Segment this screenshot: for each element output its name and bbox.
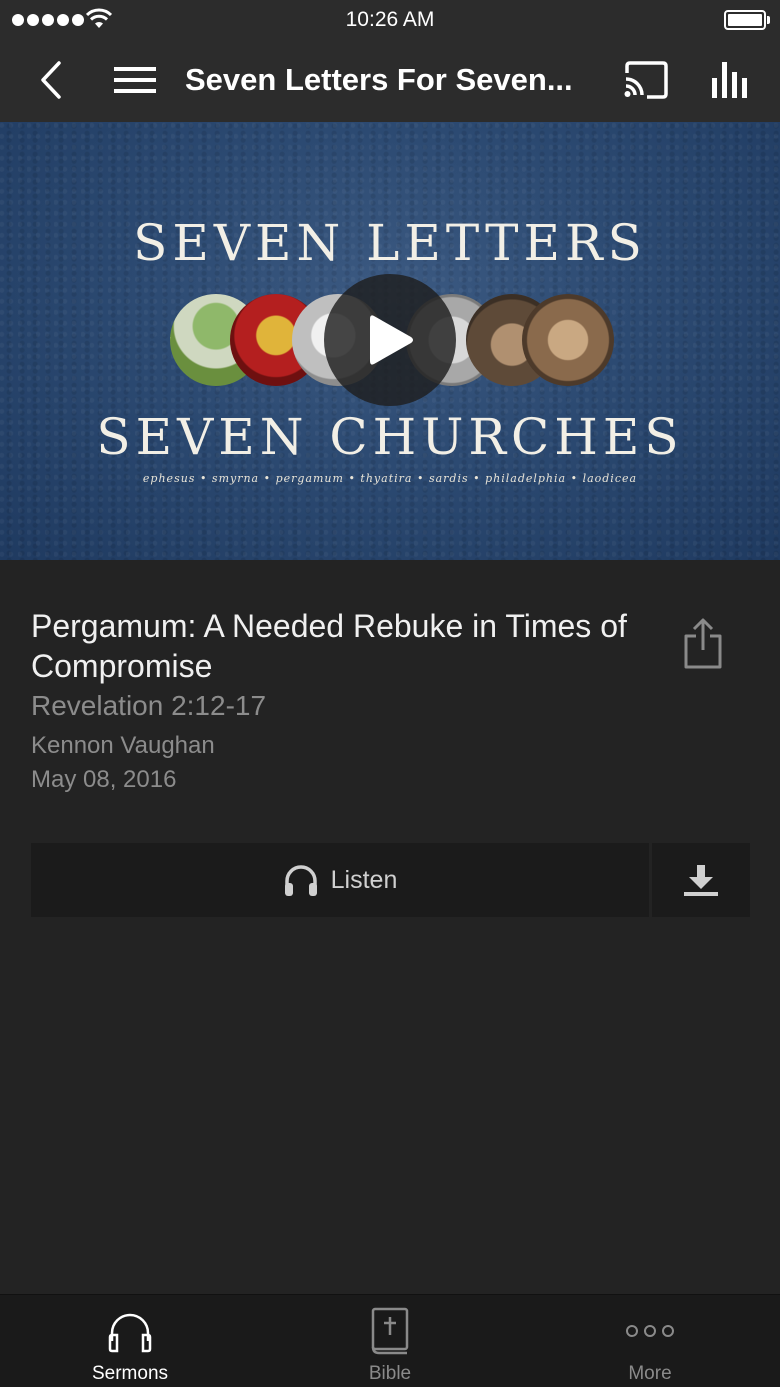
play-button[interactable]	[324, 274, 456, 406]
bible-icon	[371, 1307, 409, 1355]
battery-icon	[724, 10, 770, 30]
artwork-title-line2: SEVEN CHURCHES	[96, 408, 684, 466]
headphones-icon	[284, 865, 317, 896]
listen-label: Listen	[330, 865, 398, 894]
artwork-title-line1: SEVEN LETTERS	[133, 214, 647, 272]
sermon-date: May 08, 2016	[31, 766, 177, 793]
bread-image	[522, 294, 614, 386]
cast-button[interactable]	[620, 56, 672, 104]
tab-sermons-label: Sermons	[91, 1363, 169, 1384]
download-icon	[684, 865, 718, 896]
share-icon	[684, 618, 722, 669]
menu-icon	[114, 67, 156, 93]
cast-icon	[624, 61, 668, 99]
download-button[interactable]	[652, 843, 750, 917]
navigation-bar: Seven Letters For Seven...	[0, 40, 780, 122]
status-bar: 10:26 AM	[0, 0, 780, 40]
sermon-title: Pergamum: A Needed Rebuke in Times of Co…	[31, 608, 627, 684]
stats-bars-icon	[712, 62, 747, 98]
tab-more[interactable]: More	[520, 1295, 780, 1387]
tab-bible[interactable]: Bible	[260, 1295, 520, 1387]
status-time: 10:26 AM	[345, 8, 435, 31]
menu-button[interactable]	[110, 58, 160, 102]
sermon-artwork[interactable]: SEVEN LETTERS SEVEN CHURCHES ephesus • s…	[0, 122, 780, 560]
tab-sermons[interactable]: Sermons	[0, 1295, 260, 1387]
play-icon	[370, 315, 413, 365]
back-button[interactable]	[28, 58, 72, 102]
listen-button[interactable]: Listen	[31, 843, 649, 917]
headphones-icon	[108, 1313, 152, 1353]
more-dots-icon	[626, 1325, 674, 1337]
tab-bible-label: Bible	[368, 1363, 412, 1384]
stats-button[interactable]	[704, 54, 756, 104]
top-bar: 10:26 AM Seven Letters For Seven...	[0, 0, 780, 122]
back-chevron-icon	[41, 61, 61, 99]
artwork-cities: ephesus • smyrna • pergamum • thyatira •…	[142, 472, 638, 485]
tab-more-label: More	[628, 1363, 672, 1384]
page-title: Seven Letters For Seven...	[185, 62, 573, 97]
tab-bar: Sermons Bible More	[0, 1294, 780, 1387]
scripture-reference: Revelation 2:12-17	[31, 690, 267, 721]
speaker-name: Kennon Vaughan	[31, 732, 215, 759]
share-button[interactable]	[680, 616, 726, 672]
